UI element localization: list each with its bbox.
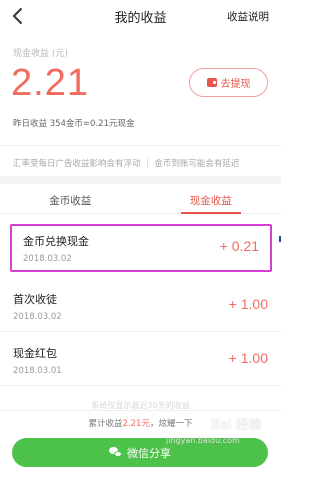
section-separator (0, 176, 281, 184)
list-item[interactable]: 首次收徒 2018.03.02 + 1.00 (0, 282, 281, 332)
total-amount: 2.21元 (122, 419, 150, 429)
total-prefix: 累计收益 (88, 419, 123, 429)
record-date: 2018.03.02 (23, 254, 72, 264)
record-date: 2018.03.02 (13, 312, 62, 322)
list-item[interactable]: 现金红包 2018.03.01 + 1.00 (0, 336, 281, 386)
earnings-tabs: 金币收益 现金收益 (0, 184, 281, 214)
share-label: 微信分享 (127, 446, 171, 460)
top-bar: 我的收益 收益说明 (0, 0, 281, 32)
record-amount: + 1.00 (228, 350, 268, 366)
record-name: 首次收徒 (13, 293, 57, 306)
wallet-icon (206, 78, 217, 87)
wechat-icon (109, 447, 122, 458)
tab-cash-earnings[interactable]: 现金收益 (141, 184, 282, 214)
earnings-info-link[interactable]: 收益说明 (227, 9, 269, 24)
record-name: 金币兑换现金 (23, 235, 89, 248)
watermark-brand: Bai 经验 (211, 418, 262, 433)
cash-earnings-label: 现金收益 (元) (13, 49, 68, 59)
record-amount: + 0.21 (219, 238, 259, 254)
scroll-marker (279, 236, 281, 242)
exchange-rate-notice: 汇率受每日广告收益影响会有浮动 ｜ 金币到账可能会有延迟 (13, 159, 240, 169)
record-date: 2018.03.01 (13, 366, 62, 376)
earnings-page: 我的收益 收益说明 现金收益 (元) 2.21 去提现 昨日收益 354金币=0… (0, 0, 281, 480)
record-amount: + 1.00 (228, 296, 268, 312)
withdraw-label: 去提现 (220, 79, 251, 90)
yesterday-earnings: 昨日收益 354金币=0.21元现金 (13, 119, 135, 129)
list-item[interactable]: 金币兑换现金 2018.03.02 + 0.21 (10, 224, 272, 272)
record-name: 现金红包 (13, 347, 57, 360)
baidu-jingyan-watermark: Bai 经验 jingyan.baidu.com (166, 408, 266, 458)
watermark-url: jingyan.baidu.com (166, 436, 240, 445)
cash-balance: 2.21 (11, 62, 89, 104)
withdraw-button[interactable]: 去提现 (189, 68, 268, 97)
divider (0, 145, 281, 146)
tab-coin-earnings[interactable]: 金币收益 (0, 184, 141, 213)
